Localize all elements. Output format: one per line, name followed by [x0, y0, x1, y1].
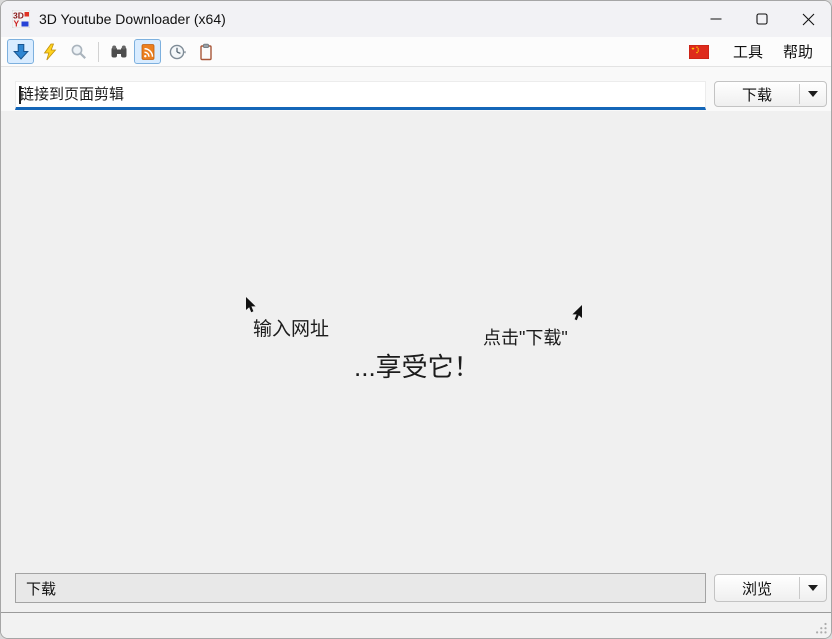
- search-tool-button[interactable]: [65, 39, 92, 64]
- history-tool-button[interactable]: [163, 39, 190, 64]
- main-area: 输入网址 点击"下载" ...享受它！: [1, 111, 831, 572]
- app-window: 3D Y 3D Youtube Downloader (x64): [0, 0, 832, 639]
- search-icon: [70, 43, 88, 61]
- toolbar-separator: [98, 42, 99, 62]
- toolbar: 工具 帮助: [1, 37, 831, 67]
- menu-help[interactable]: 帮助: [773, 37, 823, 66]
- cursor-arrow-nw-icon: [245, 297, 258, 313]
- close-button[interactable]: [785, 1, 831, 37]
- browser-monitor-tool-button[interactable]: [105, 39, 132, 64]
- window-title: 3D Youtube Downloader (x64): [39, 11, 226, 27]
- binoculars-icon: [110, 43, 128, 61]
- browse-split-button[interactable]: 浏览: [714, 574, 827, 602]
- browse-dropdown-button[interactable]: [800, 575, 826, 601]
- download-dropdown-button[interactable]: [800, 82, 826, 106]
- minimize-button[interactable]: [693, 1, 739, 37]
- feed-tool-button[interactable]: [134, 39, 161, 64]
- app-logo-icon: 3D Y: [12, 10, 30, 28]
- hint-enjoy: ...享受它！: [354, 347, 480, 384]
- cursor-arrow-ne-icon: [570, 305, 583, 321]
- history-clock-icon: [168, 43, 186, 61]
- download-progress-field: 下载: [15, 573, 706, 603]
- download-arrow-icon: [12, 43, 30, 61]
- chinese-flag-icon[interactable]: [689, 45, 709, 59]
- download-button-label[interactable]: 下载: [715, 82, 799, 106]
- chevron-down-icon: [808, 91, 818, 97]
- maximize-button[interactable]: [739, 1, 785, 37]
- browse-button-label[interactable]: 浏览: [715, 575, 799, 601]
- maximize-icon: [756, 13, 768, 25]
- progress-label: 下载: [26, 578, 56, 599]
- resize-grip[interactable]: [814, 621, 828, 635]
- download-split-button[interactable]: 下载: [714, 81, 827, 107]
- url-input[interactable]: [16, 82, 705, 107]
- rss-feed-icon: [139, 43, 157, 61]
- url-input-wrap: [15, 81, 706, 110]
- chevron-down-icon: [808, 585, 818, 591]
- lightning-icon: [41, 43, 59, 61]
- close-icon: [802, 13, 815, 26]
- url-row: 下载: [1, 67, 831, 111]
- clipboard-icon: [197, 43, 215, 61]
- convert-tool-button[interactable]: [36, 39, 63, 64]
- clipboard-tool-button[interactable]: [192, 39, 219, 64]
- statusbar: [1, 612, 831, 638]
- hint-enter-url: 输入网址: [253, 314, 329, 341]
- minimize-icon: [710, 13, 722, 25]
- titlebar: 3D Y 3D Youtube Downloader (x64): [1, 1, 831, 37]
- download-tool-button[interactable]: [7, 39, 34, 64]
- menu-tools[interactable]: 工具: [723, 37, 773, 66]
- text-caret: [19, 86, 21, 104]
- hint-click-download: 点击"下载": [483, 324, 568, 350]
- svg-text:Y: Y: [14, 19, 20, 29]
- bottom-row: 下载 浏览: [1, 572, 831, 612]
